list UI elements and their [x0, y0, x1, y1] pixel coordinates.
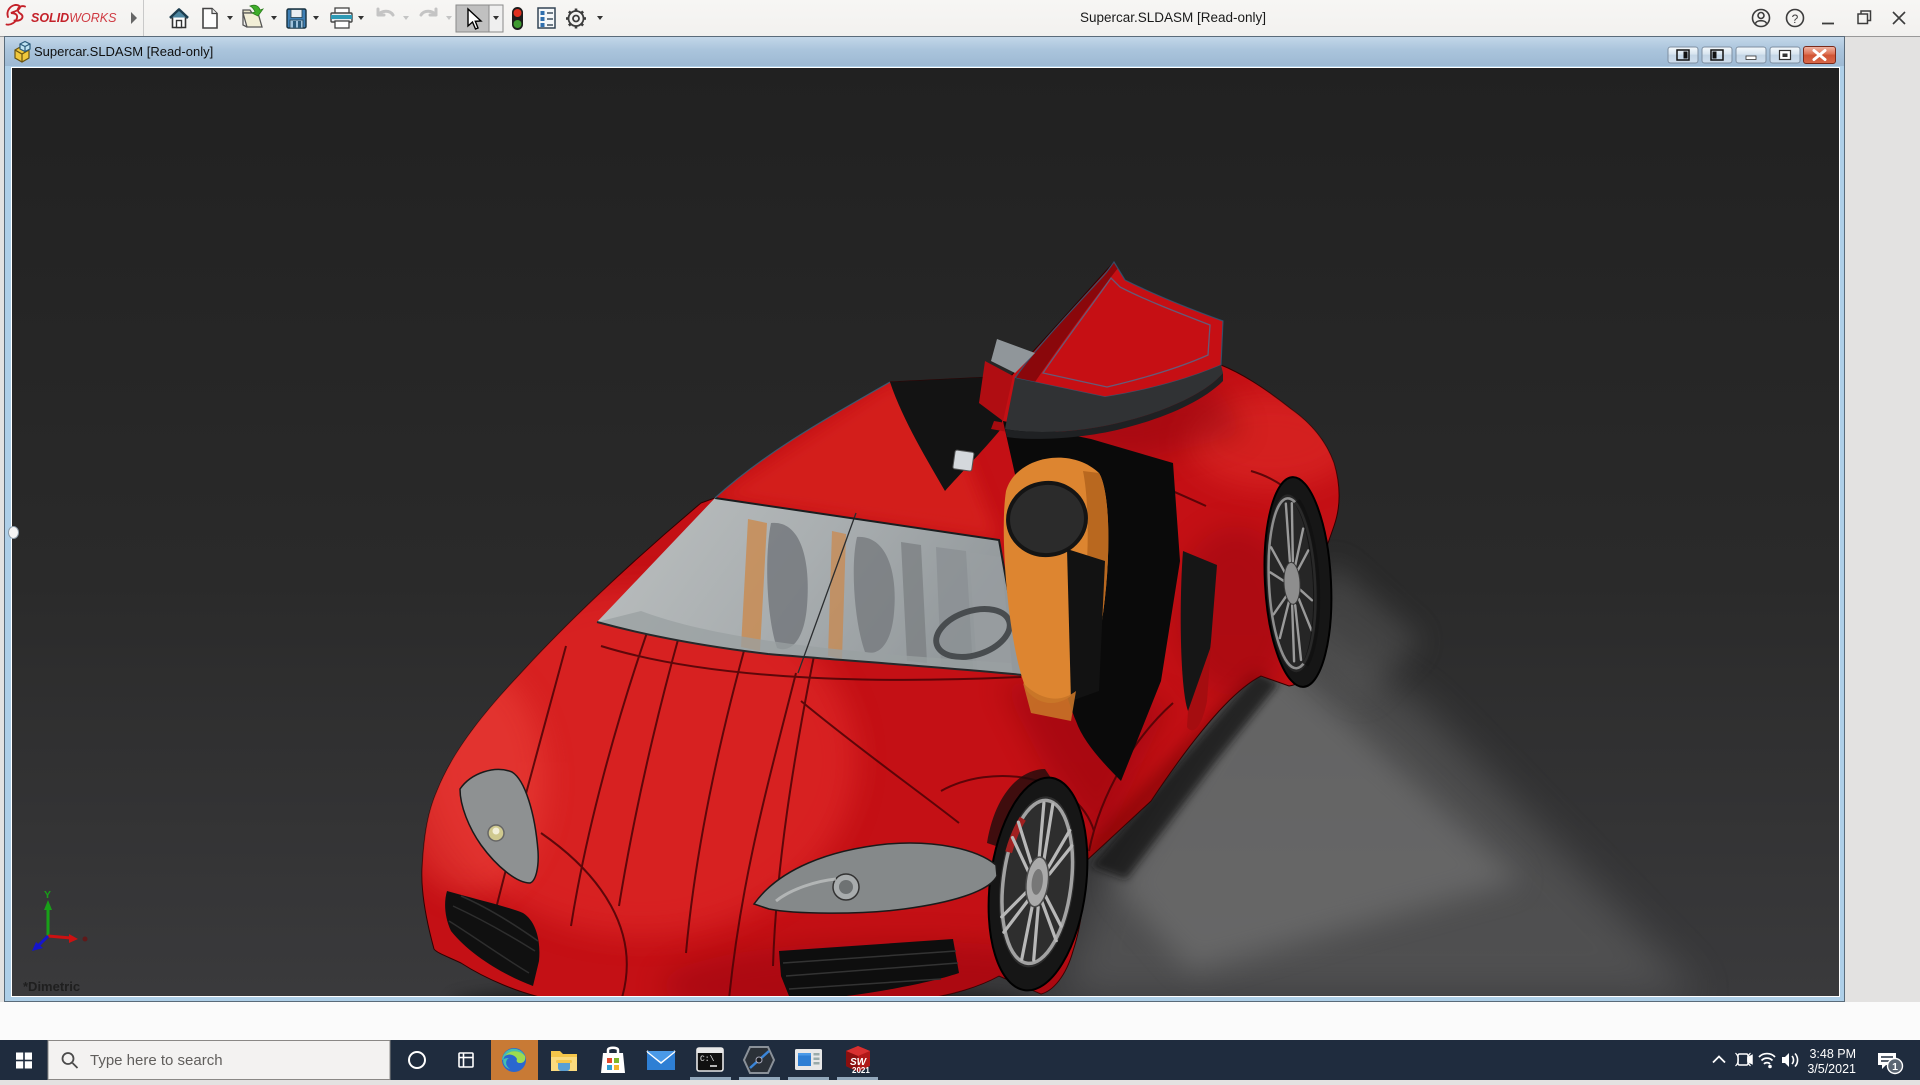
svg-text:Type here to search: Type here to search [90, 1052, 223, 1069]
svg-text:C:\: C:\ [700, 1055, 715, 1064]
svg-text:3:48 PM: 3:48 PM [1809, 1047, 1856, 1061]
svg-text:SOLIDWORKS: SOLIDWORKS [31, 11, 117, 25]
svg-text:*Dimetric: *Dimetric [23, 979, 80, 994]
svg-text:1: 1 [1892, 1061, 1898, 1073]
svg-text:2021: 2021 [852, 1066, 870, 1075]
svg-text:3/5/2021: 3/5/2021 [1807, 1062, 1856, 1076]
svg-text:Y: Y [44, 889, 51, 901]
